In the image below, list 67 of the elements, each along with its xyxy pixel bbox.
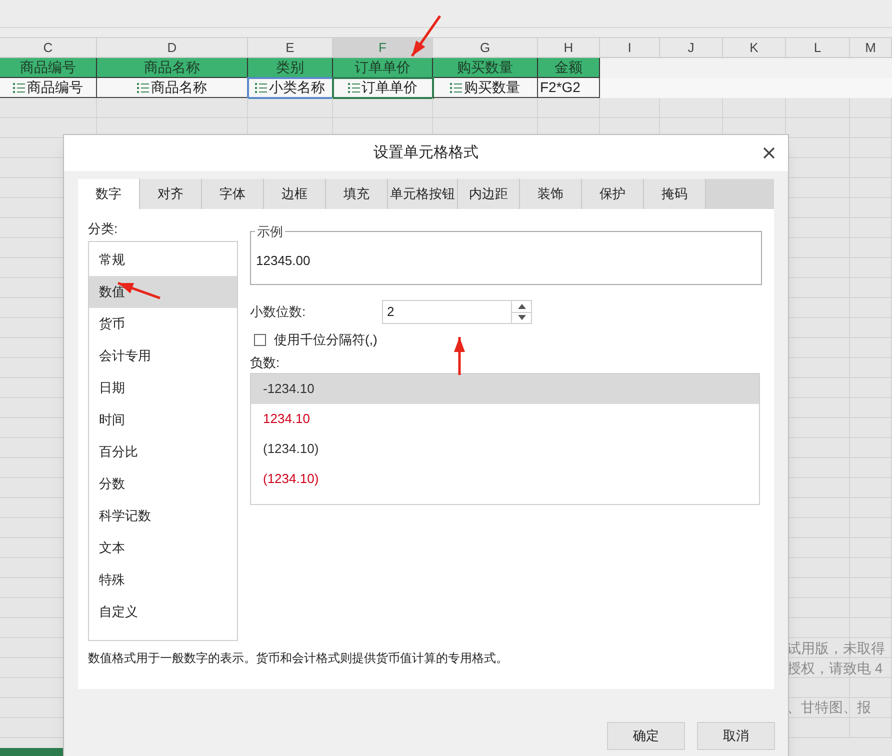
- list-icon: [13, 82, 25, 93]
- sample-value: 12345.00: [256, 252, 310, 270]
- list-icon: [137, 82, 149, 93]
- decimal-label: 小数位数:: [250, 303, 307, 322]
- table-cell: 订单单价: [333, 78, 433, 98]
- format-description: 数值格式用于一般数字的表示。货币和会计格式则提供货币值计算的专用格式。: [88, 650, 509, 667]
- table-cell: F2*G2: [538, 78, 600, 98]
- table-header-cell: 类别: [248, 58, 333, 78]
- tab[interactable]: 保护: [582, 179, 644, 209]
- category-item[interactable]: 文本: [89, 532, 237, 564]
- negative-label: 负数:: [250, 354, 280, 372]
- table-header-cell: 商品编号: [0, 58, 97, 78]
- list-icon: [450, 82, 462, 93]
- negative-option[interactable]: (1234.10): [251, 434, 759, 464]
- dialog-button[interactable]: 取消: [697, 722, 775, 750]
- table-cell: 商品编号: [0, 78, 97, 98]
- column-header[interactable]: C: [0, 38, 97, 57]
- column-header[interactable]: D: [97, 38, 248, 57]
- negative-option[interactable]: (1234.10): [251, 464, 759, 494]
- category-label: 分类:: [88, 220, 119, 238]
- negative-option[interactable]: 1234.10: [251, 404, 759, 434]
- table-header-cell: 订单单价: [333, 58, 433, 78]
- tab[interactable]: 单元格按钮: [388, 179, 458, 209]
- tab[interactable]: 内边距: [458, 179, 520, 209]
- tab[interactable]: 填充: [326, 179, 388, 209]
- column-header[interactable]: L: [786, 38, 850, 57]
- column-header[interactable]: G: [433, 38, 538, 57]
- tab[interactable]: 掩码: [644, 179, 706, 209]
- checkbox[interactable]: [254, 334, 266, 346]
- arrow-annotation: [454, 337, 464, 375]
- category-item[interactable]: 百分比: [89, 436, 237, 468]
- column-header[interactable]: I: [600, 38, 660, 57]
- sheet-tab-bar: [0, 748, 63, 756]
- category-item[interactable]: 时间: [89, 404, 237, 436]
- list-icon: [348, 82, 360, 93]
- checkbox-label: 使用千位分隔符(,): [274, 331, 378, 350]
- tab[interactable]: 装饰: [520, 179, 582, 209]
- table-header-cell: 商品名称: [97, 58, 248, 78]
- column-header[interactable]: H: [538, 38, 600, 57]
- column-header[interactable]: J: [660, 38, 723, 57]
- table-cell: 商品名称: [97, 78, 248, 98]
- category-item[interactable]: 数值: [89, 276, 237, 308]
- category-item[interactable]: 常规: [89, 244, 237, 276]
- table-cell: 购买数量: [433, 78, 538, 98]
- tab[interactable]: 边框: [264, 179, 326, 209]
- tab[interactable]: 数字: [78, 179, 140, 209]
- category-item[interactable]: 自定义: [89, 596, 237, 628]
- list-icon: [255, 82, 267, 93]
- category-item[interactable]: 会计专用: [89, 340, 237, 372]
- category-item[interactable]: 特殊: [89, 564, 237, 596]
- dialog-title: 设置单元格格式: [374, 142, 478, 163]
- negative-option[interactable]: -1234.10: [251, 374, 759, 404]
- table-cell: 小类名称: [248, 78, 333, 98]
- table-header-cell: 金额: [538, 58, 600, 78]
- arrow-annotation: [410, 15, 442, 57]
- category-item[interactable]: 分数: [89, 468, 237, 500]
- column-header[interactable]: K: [723, 38, 786, 57]
- dialog-button[interactable]: 确定: [607, 722, 685, 750]
- tab[interactable]: 对齐: [140, 179, 202, 209]
- tab[interactable]: 字体: [202, 179, 264, 209]
- category-item[interactable]: 货币: [89, 308, 237, 340]
- column-header[interactable]: M: [850, 38, 892, 57]
- category-item[interactable]: 科学记数: [89, 500, 237, 532]
- category-item[interactable]: 日期: [89, 372, 237, 404]
- decimal-spinner[interactable]: 2: [382, 300, 532, 324]
- decimal-field[interactable]: 2: [383, 301, 511, 323]
- table-header-cell: 购买数量: [433, 58, 538, 78]
